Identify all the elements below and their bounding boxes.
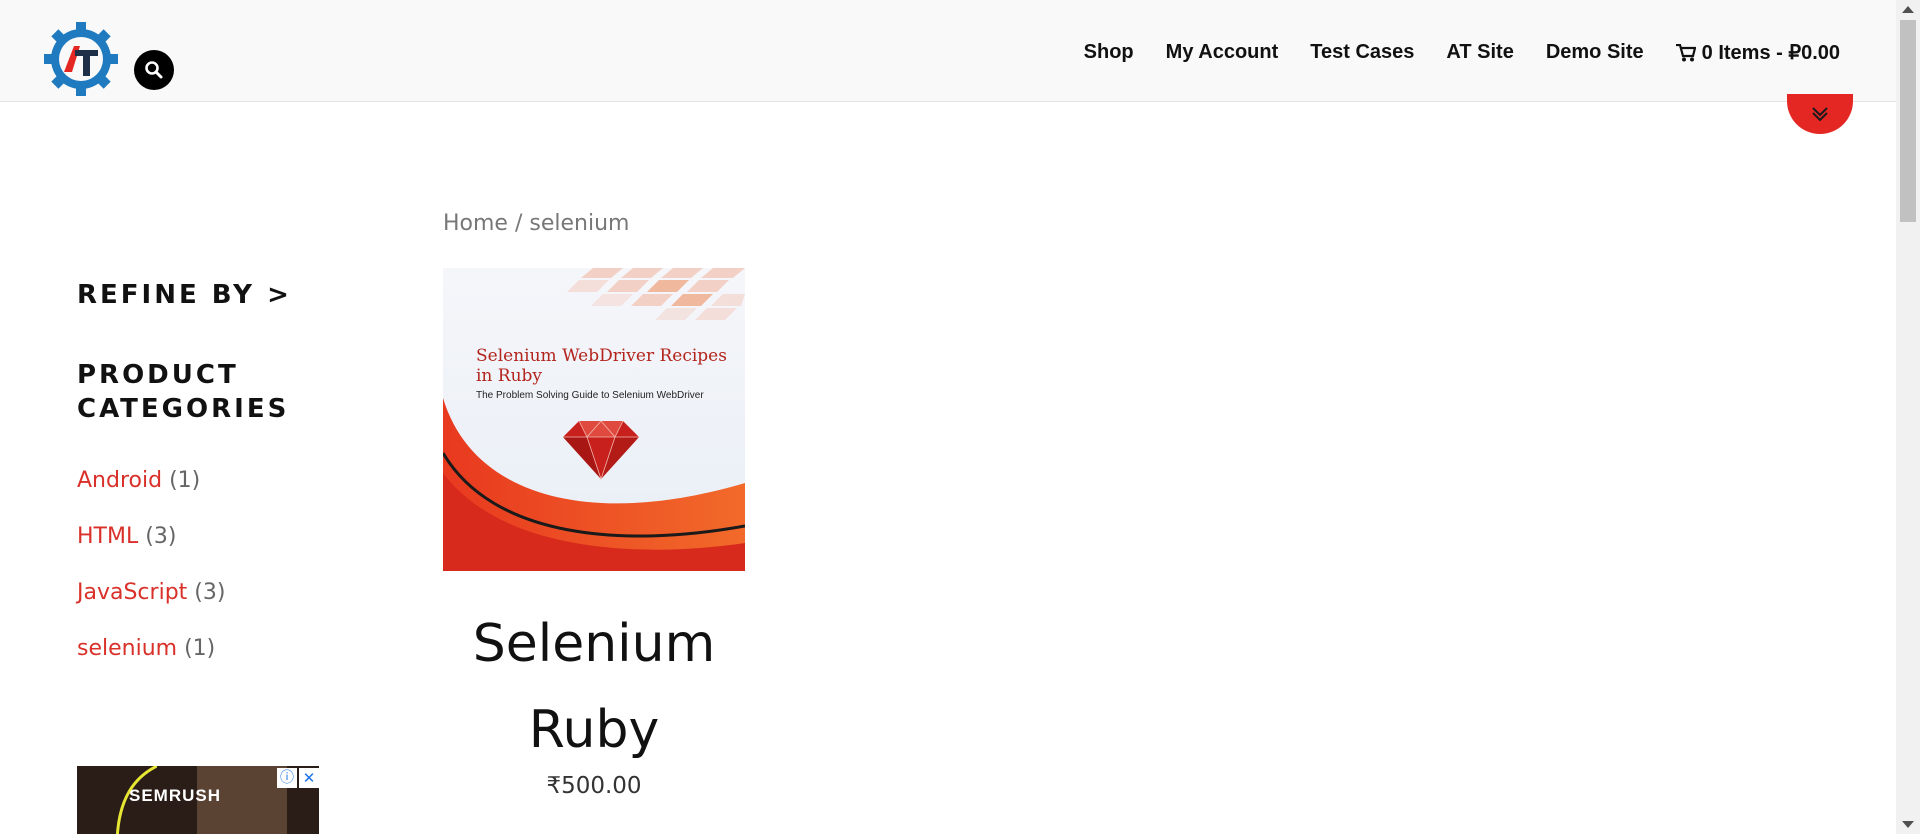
- category-item: JavaScript (3): [77, 580, 377, 636]
- product-price: ₹500.00: [546, 773, 642, 799]
- refine-by-heading[interactable]: REFINE BY >: [77, 280, 377, 310]
- cover-title-line1: Selenium WebDriver Recipes: [476, 346, 727, 366]
- category-count: (3): [194, 580, 226, 605]
- product-categories-heading: PRODUCT CATEGORIES: [77, 360, 290, 424]
- category-item: selenium (1): [77, 636, 377, 692]
- breadcrumb-current: selenium: [529, 211, 630, 236]
- category-item: Android (1): [77, 468, 377, 524]
- category-link-html[interactable]: HTML: [77, 524, 138, 549]
- double-chevron-down-icon: [1812, 107, 1828, 122]
- category-link-android[interactable]: Android: [77, 468, 162, 493]
- scroll-up-arrow-icon[interactable]: [1902, 6, 1914, 13]
- search-button[interactable]: [134, 50, 174, 90]
- scroll-thumb[interactable]: [1900, 20, 1916, 222]
- category-count: (1): [184, 636, 216, 661]
- category-count: (3): [145, 524, 177, 549]
- sidebar: REFINE BY > PRODUCT CATEGORIES Android (…: [77, 280, 377, 692]
- advertisement[interactable]: SEMRUSH ⓘ ✕: [77, 766, 319, 834]
- nav-test-cases[interactable]: Test Cases: [1310, 40, 1414, 65]
- breadcrumb: Home / selenium: [443, 211, 629, 236]
- breadcrumb-home[interactable]: Home: [443, 211, 508, 236]
- cart-icon: [1675, 43, 1696, 61]
- scroll-down-button[interactable]: [1787, 94, 1853, 134]
- cover-subtitle: The Problem Solving Guide to Selenium We…: [476, 390, 704, 401]
- product-image[interactable]: Selenium WebDriver Recipes in Ruby The P…: [443, 268, 745, 571]
- search-icon: [145, 61, 163, 79]
- category-list: Android (1) HTML (3) JavaScript (3) sele…: [77, 468, 377, 692]
- main-nav: Shop My Account Test Cases AT Site Demo …: [1084, 40, 1840, 65]
- nav-at-site[interactable]: AT Site: [1446, 40, 1513, 65]
- cart-summary: 0 Items - ₽0.00: [1701, 42, 1840, 64]
- product-title[interactable]: Selenium Ruby: [443, 601, 745, 773]
- nav-shop[interactable]: Shop: [1084, 40, 1134, 65]
- product-card[interactable]: Selenium WebDriver Recipes in Ruby The P…: [443, 268, 745, 799]
- scroll-down-arrow-icon[interactable]: [1902, 821, 1914, 828]
- breadcrumb-separator: /: [507, 211, 530, 236]
- cover-title-line2: in Ruby: [476, 366, 542, 386]
- site-header: Shop My Account Test Cases AT Site Demo …: [0, 0, 1896, 102]
- page-scrollbar[interactable]: [1896, 0, 1920, 834]
- category-link-selenium[interactable]: selenium: [77, 636, 177, 661]
- ad-info-icon[interactable]: ⓘ: [277, 768, 297, 788]
- category-link-javascript[interactable]: JavaScript: [77, 580, 187, 605]
- site-logo[interactable]: [42, 20, 120, 98]
- ad-close-icon[interactable]: ✕: [299, 768, 319, 788]
- nav-cart[interactable]: 0 Items - ₽0.00: [1675, 40, 1840, 65]
- gear-logo-icon: [44, 22, 118, 96]
- category-item: HTML (3): [77, 524, 377, 580]
- ad-brand-text: SEMRUSH: [129, 786, 222, 805]
- nav-demo-site[interactable]: Demo Site: [1546, 40, 1644, 65]
- nav-my-account[interactable]: My Account: [1166, 40, 1279, 65]
- category-count: (1): [169, 468, 201, 493]
